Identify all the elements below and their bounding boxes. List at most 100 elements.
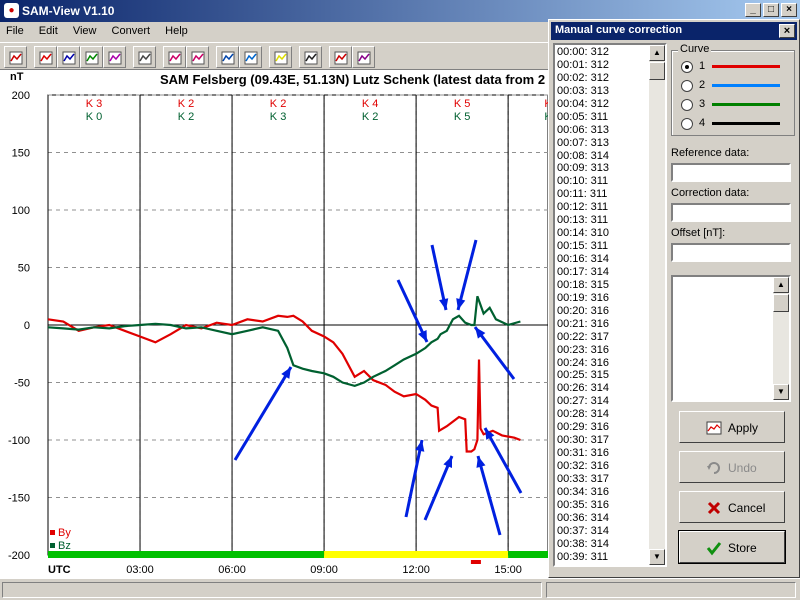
menu-view[interactable]: View — [67, 22, 103, 40]
list-item[interactable]: 00:08: 314 — [557, 150, 609, 163]
list-item[interactable]: 00:40: 312 — [557, 564, 609, 566]
list-item[interactable]: 00:07: 313 — [557, 137, 609, 150]
y-tick-label: 100 — [12, 205, 30, 217]
maximize-button[interactable]: □ — [763, 3, 779, 17]
list-item[interactable]: 00:18: 315 — [557, 279, 609, 292]
list-item[interactable]: 00:20: 316 — [557, 305, 609, 318]
dialog-close-button[interactable]: × — [779, 24, 795, 38]
list-item[interactable]: 00:34: 316 — [557, 486, 609, 499]
dialog-title-bar: Manual curve correction × — [551, 22, 797, 40]
list-item[interactable]: 00:01: 312 — [557, 59, 609, 72]
list-item[interactable]: 00:31: 316 — [557, 447, 609, 460]
curve-radio-label: 2 — [699, 79, 706, 91]
grid-icon[interactable] — [299, 46, 322, 68]
memo-scroll-thumb[interactable] — [773, 294, 789, 312]
list-item[interactable]: 00:22: 317 — [557, 331, 609, 344]
dialog-title: Manual curve correction — [555, 24, 683, 36]
curve-radio-1[interactable] — [681, 61, 693, 73]
list-item[interactable]: 00:23: 316 — [557, 344, 609, 357]
menu-help[interactable]: Help — [159, 22, 194, 40]
undo-button[interactable]: Undo — [679, 451, 785, 483]
correction-field[interactable] — [671, 203, 791, 222]
menu-convert[interactable]: Convert — [106, 22, 157, 40]
list-item[interactable]: 00:29: 316 — [557, 421, 609, 434]
activity-bar-segment — [324, 551, 509, 558]
curve-group-label: Curve — [678, 43, 712, 55]
scroll-up-icon[interactable]: ▲ — [649, 45, 665, 61]
chart-red-icon[interactable] — [34, 46, 57, 68]
list-item[interactable]: 00:27: 314 — [557, 395, 609, 408]
list-item[interactable]: 00:09: 313 — [557, 162, 609, 175]
list-item[interactable]: 00:19: 316 — [557, 292, 609, 305]
tree-icon[interactable] — [133, 46, 156, 68]
chart-green-icon[interactable] — [80, 46, 103, 68]
list-item[interactable]: 00:04: 312 — [557, 98, 609, 111]
list-item[interactable]: 00:24: 316 — [557, 357, 609, 370]
list-item[interactable]: 00:15: 311 — [557, 240, 609, 253]
list-item[interactable]: 00:02: 312 — [557, 72, 609, 85]
undo-icon — [707, 462, 720, 474]
chart-multi-icon[interactable] — [103, 46, 126, 68]
chart-blue-icon[interactable] — [57, 46, 80, 68]
curve-color-swatch — [712, 84, 780, 87]
legend-swatch — [50, 530, 55, 535]
apply-label: Apply — [728, 421, 759, 435]
list-item[interactable]: 00:35: 316 — [557, 499, 609, 512]
curve-radio-2[interactable] — [681, 80, 693, 92]
list-item[interactable]: 00:37: 314 — [557, 525, 609, 538]
list-item[interactable]: 00:21: 316 — [557, 318, 609, 331]
memo-scrollbar[interactable]: ▲ ▼ — [773, 277, 789, 400]
export2-icon[interactable] — [186, 46, 209, 68]
export-icon[interactable] — [163, 46, 186, 68]
memo-scroll-up-icon[interactable]: ▲ — [773, 277, 789, 293]
list-item[interactable]: 00:25: 315 — [557, 369, 609, 382]
list-item[interactable]: 00:26: 314 — [557, 382, 609, 395]
list-item[interactable]: 00:17: 314 — [557, 266, 609, 279]
y-axis-label: nT — [10, 71, 24, 83]
curve-radio-label: 3 — [699, 98, 706, 110]
k-index-bz: K 3 — [270, 111, 287, 123]
list-item[interactable]: 00:32: 316 — [557, 460, 609, 473]
list-item[interactable]: 00:28: 314 — [557, 408, 609, 421]
list-item[interactable]: 00:16: 314 — [557, 253, 609, 266]
curve-radio-4[interactable] — [681, 118, 693, 130]
apply-button[interactable]: Apply — [679, 411, 785, 443]
notes-memo[interactable]: ▲ ▼ — [671, 275, 791, 402]
list-item[interactable]: 00:06: 313 — [557, 124, 609, 137]
list-item[interactable]: 00:36: 314 — [557, 512, 609, 525]
cancel-button[interactable]: Cancel — [679, 491, 785, 523]
list-item[interactable]: 00:39: 311 — [557, 551, 609, 564]
lightbulb-icon[interactable] — [269, 46, 292, 68]
no-icon[interactable] — [4, 46, 27, 68]
globe-icon[interactable] — [239, 46, 262, 68]
list-scrollbar[interactable]: ▲ ▼ — [649, 45, 665, 565]
list-item[interactable]: 00:10: 311 — [557, 175, 609, 188]
list-item[interactable]: 00:33: 317 — [557, 473, 609, 486]
list-item[interactable]: 00:38: 314 — [557, 538, 609, 551]
y-tick-label: -150 — [8, 493, 30, 505]
list-item[interactable]: 00:00: 312 — [557, 46, 609, 59]
list-item[interactable]: 00:11: 311 — [557, 188, 609, 201]
swap-icon[interactable] — [329, 46, 352, 68]
data-listbox[interactable]: 00:00: 312 00:01: 312 00:02: 312 00:03: 313… — [553, 43, 667, 567]
curve-radio-3[interactable] — [681, 99, 693, 111]
legend-label: Bz — [58, 540, 71, 552]
scroll-down-icon[interactable]: ▼ — [649, 549, 665, 565]
memo-scroll-down-icon[interactable]: ▼ — [773, 384, 789, 400]
close-button[interactable]: × — [781, 3, 797, 17]
import-icon[interactable] — [216, 46, 239, 68]
minimize-button[interactable]: _ — [745, 3, 761, 17]
menu-edit[interactable]: Edit — [33, 22, 64, 40]
list-item[interactable]: 00:30: 317 — [557, 434, 609, 447]
book-icon[interactable] — [352, 46, 375, 68]
store-button[interactable]: Store — [678, 530, 786, 564]
list-item[interactable]: 00:03: 313 — [557, 85, 609, 98]
list-item[interactable]: 00:05: 311 — [557, 111, 609, 124]
reference-field[interactable] — [671, 163, 791, 182]
offset-field[interactable] — [671, 243, 791, 262]
list-item[interactable]: 00:13: 311 — [557, 214, 609, 227]
list-item[interactable]: 00:12: 311 — [557, 201, 609, 214]
scroll-thumb[interactable] — [649, 62, 665, 80]
list-item[interactable]: 00:14: 310 — [557, 227, 609, 240]
menu-file[interactable]: File — [0, 22, 30, 40]
